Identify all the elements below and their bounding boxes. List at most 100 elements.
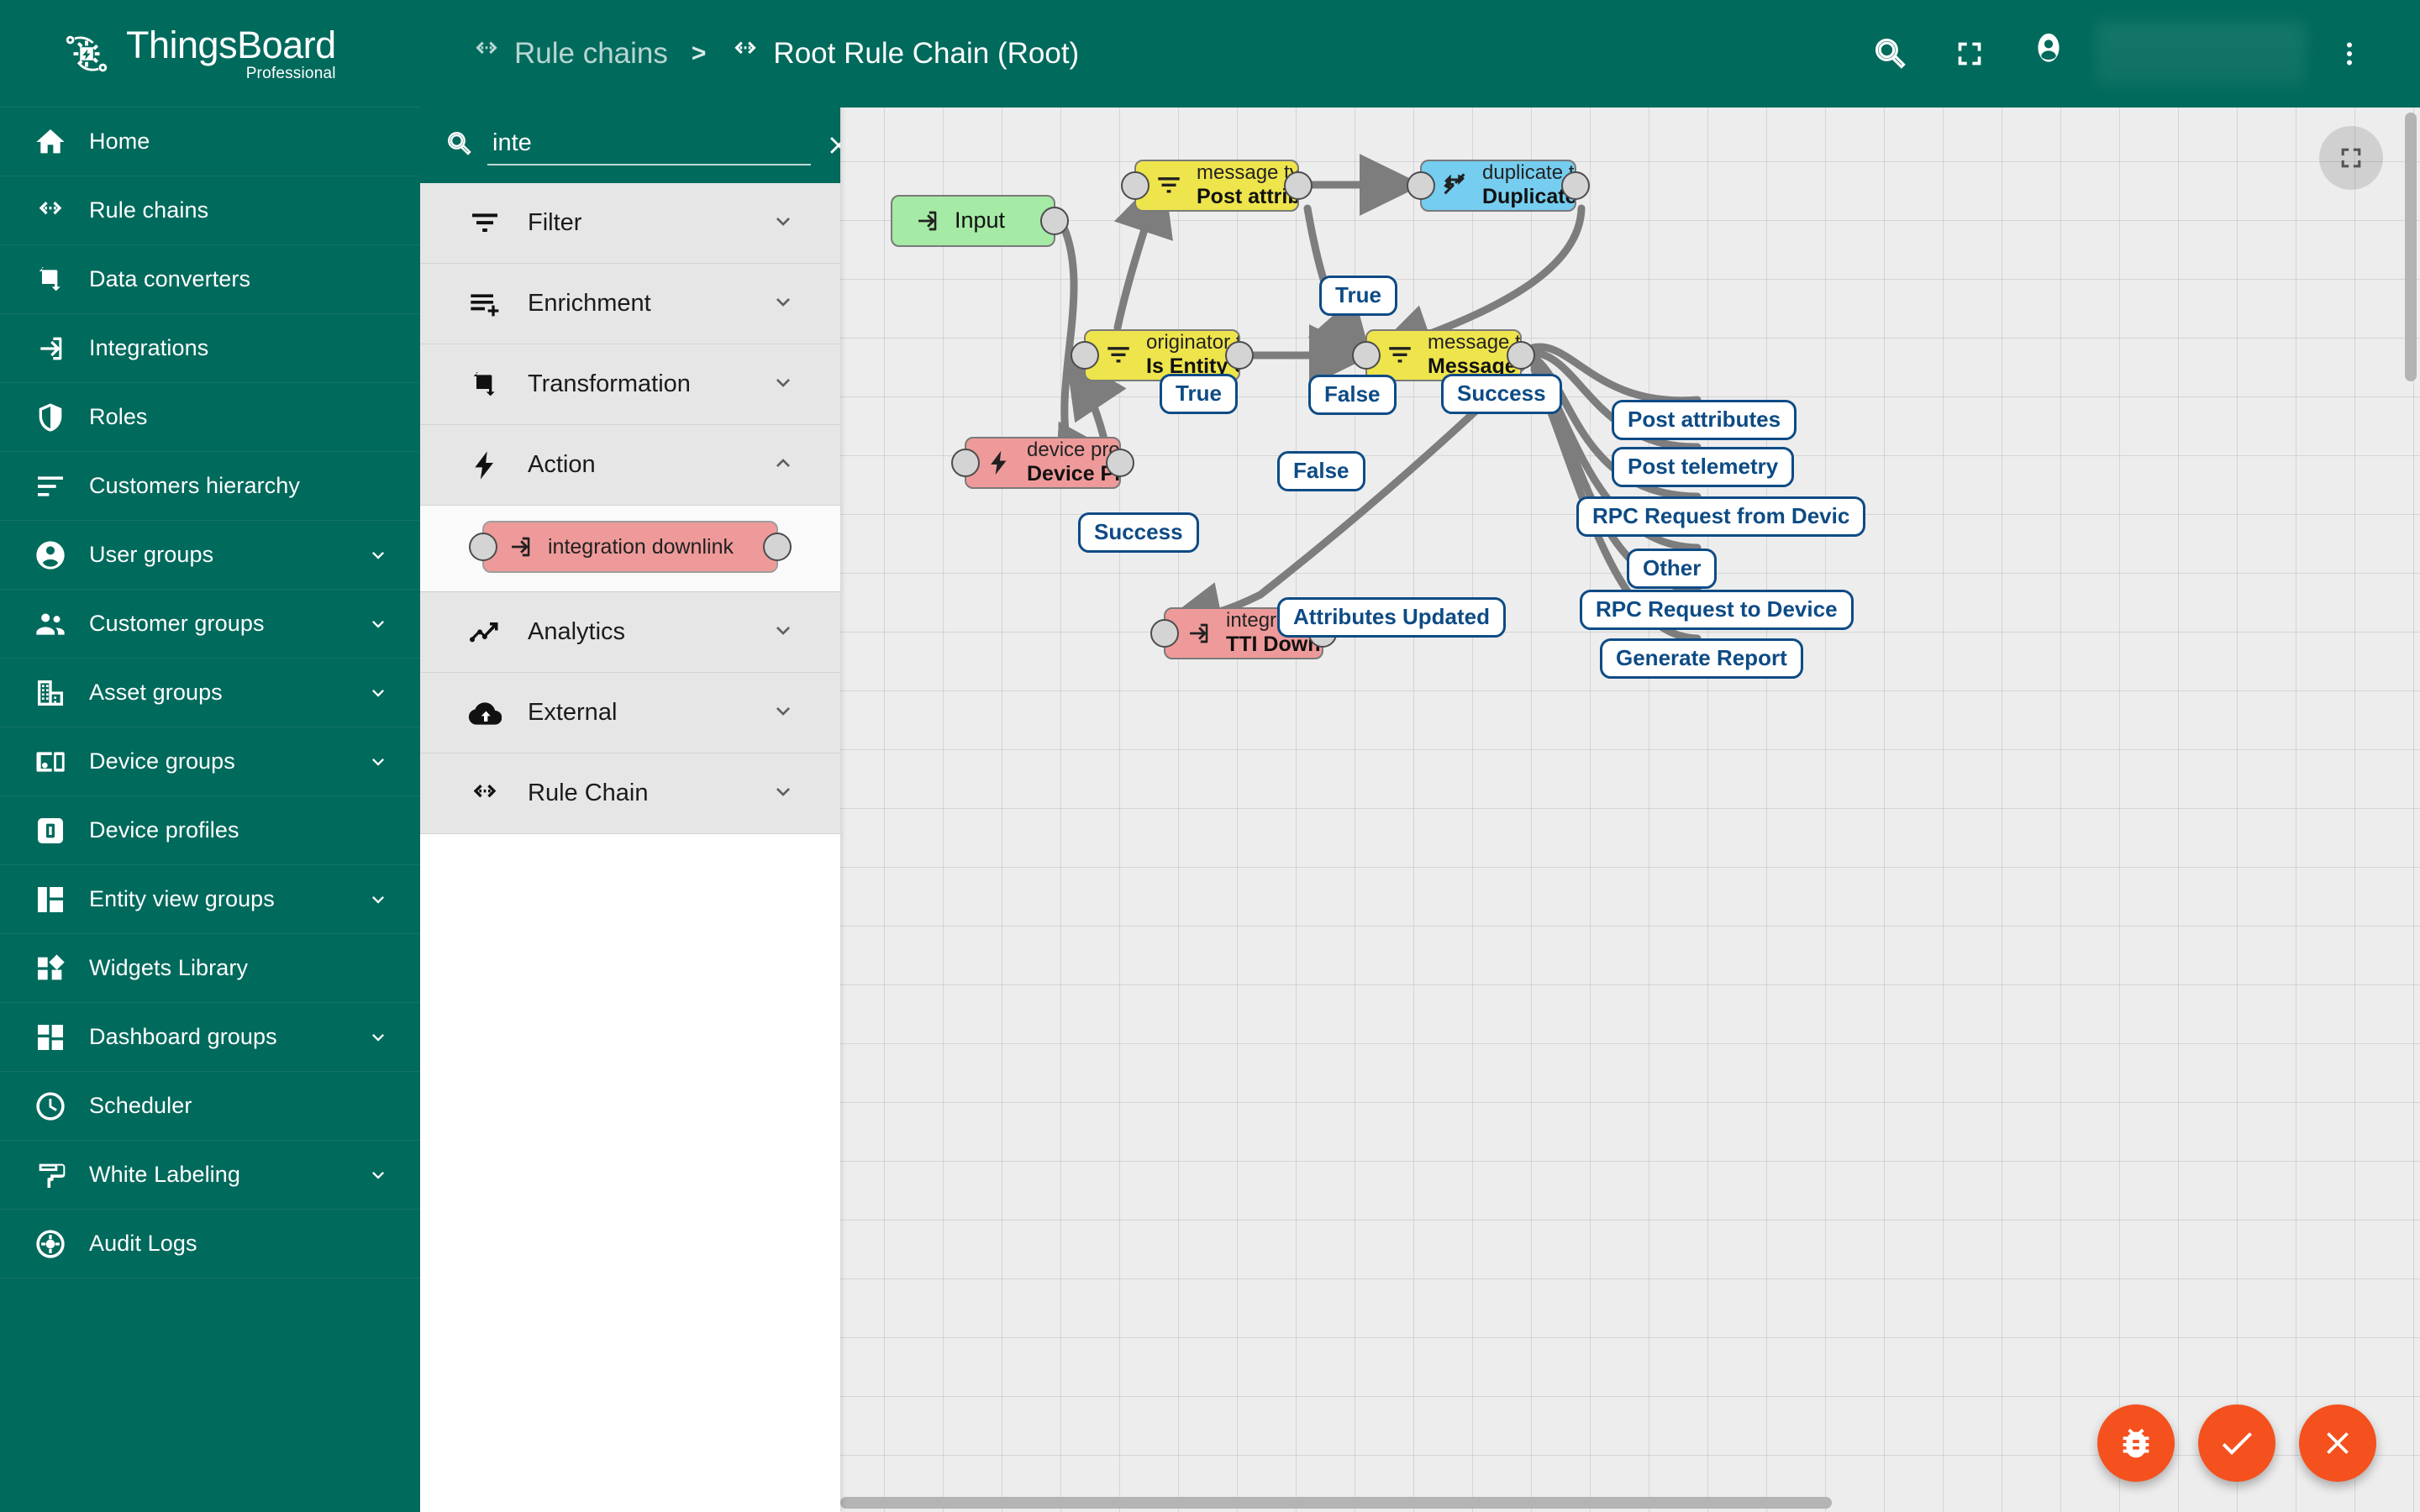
sidebar-item-label: Integrations xyxy=(89,335,208,361)
library-category-analytics[interactable]: Analytics xyxy=(420,592,840,673)
canvas-node-input[interactable]: Input xyxy=(891,195,1055,247)
chevron-down-icon[interactable] xyxy=(770,369,797,400)
cancel-fab[interactable] xyxy=(2299,1404,2376,1482)
library-category-transformation[interactable]: Transformation xyxy=(420,344,840,425)
node-output-port[interactable] xyxy=(1561,171,1590,200)
library-category-label: Enrichment xyxy=(528,290,651,318)
sidebar-item-label: Customer groups xyxy=(89,611,265,637)
node-text: message typePost attributes or RP… xyxy=(1197,161,1297,210)
node-output-port[interactable] xyxy=(1106,449,1134,477)
sidebar-item-entity-view-groups[interactable]: Entity view groups xyxy=(0,865,420,934)
sidebar-item-widgets-library[interactable]: Widgets Library xyxy=(0,934,420,1003)
chevron-down-icon[interactable] xyxy=(366,543,390,567)
sidebar-item-roles[interactable]: Roles xyxy=(0,383,420,452)
user-menu[interactable] xyxy=(2013,18,2306,89)
node-output-port[interactable] xyxy=(1225,341,1254,370)
node-input-port[interactable] xyxy=(951,449,980,477)
sidebar-item-audit-logs[interactable]: Audit Logs xyxy=(0,1210,420,1278)
sidebar-item-scheduler[interactable]: Scheduler xyxy=(0,1072,420,1141)
clear-search-icon[interactable] xyxy=(824,126,840,165)
audit-icon xyxy=(32,1226,69,1263)
chevron-down-icon[interactable] xyxy=(366,612,390,636)
breadcrumb-rule-chains[interactable]: Rule chains xyxy=(471,34,668,74)
sidebar-item-integrations[interactable]: Integrations xyxy=(0,314,420,383)
library-category-enrichment[interactable]: Enrichment xyxy=(420,264,840,344)
scrollbar-thumb[interactable] xyxy=(840,1497,1832,1509)
library-category-external[interactable]: External xyxy=(420,673,840,753)
library-category-rule-chain[interactable]: Rule Chain xyxy=(420,753,840,834)
canvas-horizontal-scrollbar[interactable] xyxy=(840,1497,2403,1509)
chevron-up-icon[interactable] xyxy=(770,449,797,480)
sidebar-item-white-labeling[interactable]: White Labeling xyxy=(0,1141,420,1210)
breadcrumb-current-label: Root Rule Chain (Root) xyxy=(773,37,1079,71)
sidebar-item-rule-chains[interactable]: Rule chains xyxy=(0,176,420,245)
link-label[interactable]: Other xyxy=(1627,549,1717,589)
node-input-port[interactable] xyxy=(1352,341,1381,370)
sidebar-item-asset-groups[interactable]: Asset groups xyxy=(0,659,420,727)
library-category-body: integration downlink xyxy=(420,506,840,592)
chevron-down-icon[interactable] xyxy=(366,1026,390,1049)
fullscreen-canvas-icon[interactable] xyxy=(2319,126,2383,190)
sidebar-item-customers-hierarchy[interactable]: Customers hierarchy xyxy=(0,452,420,521)
chevron-down-icon[interactable] xyxy=(770,778,797,809)
sidebar-item-label: Customers hierarchy xyxy=(89,473,300,499)
sidebar-item-device-groups[interactable]: Device groups xyxy=(0,727,420,796)
link-label[interactable]: False xyxy=(1308,375,1397,415)
link-label[interactable]: Generate Report xyxy=(1600,638,1803,679)
chevron-down-icon[interactable] xyxy=(366,750,390,774)
node-input-port[interactable] xyxy=(1407,171,1435,200)
more-vert-icon[interactable] xyxy=(2314,18,2385,89)
sidebar-item-dashboard-groups[interactable]: Dashboard groups xyxy=(0,1003,420,1072)
canvas-node-msgtype[interactable]: message typePost attributes or RP… xyxy=(1134,160,1299,212)
chevron-down-icon[interactable] xyxy=(366,1163,390,1187)
sidebar-item-device-profiles[interactable]: Device profiles xyxy=(0,796,420,865)
chevron-down-icon[interactable] xyxy=(366,888,390,911)
canvas-node-deviceprof[interactable]: device profileDevice Profile Node xyxy=(965,437,1121,489)
sidebar-item-customer-groups[interactable]: Customer groups xyxy=(0,590,420,659)
scrollbar-thumb[interactable] xyxy=(2405,113,2417,381)
library-node-integration-downlink[interactable]: integration downlink xyxy=(482,521,778,573)
link-label[interactable]: Success xyxy=(1078,512,1199,553)
library-category-filter[interactable]: Filter xyxy=(420,183,840,264)
node-output-port[interactable] xyxy=(1040,207,1069,235)
node-output-port[interactable] xyxy=(1284,171,1313,200)
chevron-down-icon[interactable] xyxy=(770,617,797,648)
sidebar-item-home[interactable]: Home xyxy=(0,108,420,176)
link-label[interactable]: True xyxy=(1160,374,1238,414)
link-label[interactable]: Attributes Updated xyxy=(1277,597,1506,638)
link-label[interactable]: Post attributes xyxy=(1612,400,1797,440)
fullscreen-icon[interactable] xyxy=(1934,18,2005,89)
chevron-down-icon[interactable] xyxy=(770,697,797,728)
link-label[interactable]: False xyxy=(1277,451,1365,491)
node-input-port[interactable] xyxy=(1150,619,1179,648)
devices-icon xyxy=(32,743,69,780)
node-input-port[interactable] xyxy=(1071,341,1099,370)
link-label[interactable]: Success xyxy=(1441,374,1562,414)
account-icon[interactable] xyxy=(2013,18,2084,89)
search-icon[interactable] xyxy=(1855,18,1926,89)
top-bar: Rule chains > Root Rule Chain (Root) xyxy=(420,0,2420,108)
link-label[interactable]: True xyxy=(1319,276,1397,316)
search-input[interactable] xyxy=(487,126,811,165)
canvas-node-duplicate[interactable]: duplicate to groupDuplicate To Group En… xyxy=(1420,160,1576,212)
link-label[interactable]: Post telemetry xyxy=(1612,447,1794,487)
sidebar-item-user-groups[interactable]: User groups xyxy=(0,521,420,590)
canvas-vertical-scrollbar[interactable] xyxy=(2405,113,2417,1490)
rule-chain-canvas[interactable]: Input message typePost attributes or RP… d… xyxy=(840,108,2420,1512)
library-category-action[interactable]: Action xyxy=(420,425,840,506)
link-label[interactable]: RPC Request to Device xyxy=(1580,590,1854,630)
chevron-down-icon[interactable] xyxy=(770,207,797,239)
link-label[interactable]: RPC Request from Devic xyxy=(1576,496,1865,537)
node-output-port[interactable] xyxy=(763,533,792,561)
sidebar-item-data-converters[interactable]: Data converters xyxy=(0,245,420,314)
integration-icon xyxy=(32,330,69,367)
node-input-port[interactable] xyxy=(1121,171,1150,200)
node-output-port[interactable] xyxy=(1507,341,1535,370)
brand-logo[interactable]: ThingsBoard Professional xyxy=(0,0,420,108)
debug-fab[interactable] xyxy=(2097,1404,2175,1482)
node-input-port[interactable] xyxy=(469,533,497,561)
apply-fab[interactable] xyxy=(2198,1404,2275,1482)
chevron-down-icon[interactable] xyxy=(770,288,797,319)
breadcrumb-current[interactable]: Root Rule Chain (Root) xyxy=(729,34,1079,74)
chevron-down-icon[interactable] xyxy=(366,681,390,705)
